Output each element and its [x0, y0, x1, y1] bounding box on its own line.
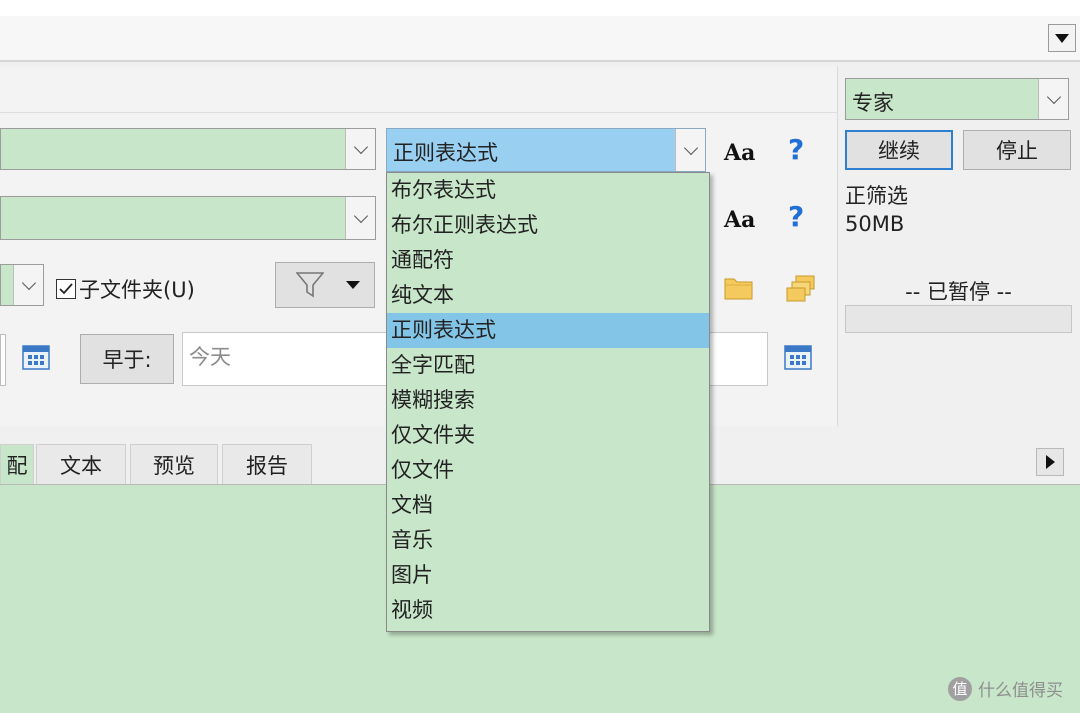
- dropdown-item[interactable]: 通配符: [387, 243, 709, 278]
- tab-label: 文本: [60, 453, 102, 478]
- checkmark-icon: [59, 283, 73, 295]
- folder-icon[interactable]: [724, 274, 754, 300]
- dropdown-item[interactable]: 布尔表达式: [387, 173, 709, 208]
- dropdown-item[interactable]: 全字匹配: [387, 348, 709, 383]
- tab-preview[interactable]: 预览: [130, 444, 218, 484]
- dropdown-item[interactable]: 纯文本: [387, 278, 709, 313]
- triangle-down-icon: [346, 281, 360, 289]
- tabs-scroll-right-button[interactable]: [1036, 448, 1064, 476]
- location-combo[interactable]: [0, 264, 44, 306]
- dropdown-item[interactable]: 视频: [387, 593, 709, 628]
- triangle-right-icon: [1045, 455, 1055, 469]
- search-text-combo[interactable]: [0, 128, 376, 170]
- dropdown-item-selected[interactable]: 正则表达式: [387, 313, 709, 348]
- path-bar[interactable]: [0, 16, 1080, 62]
- path-dropdown-button[interactable]: [1048, 24, 1076, 52]
- filter-icon: [296, 272, 324, 298]
- search-text-combo-button[interactable]: [345, 129, 375, 169]
- chevron-down-icon: [1046, 89, 1061, 104]
- continue-label: 继续: [878, 139, 920, 163]
- tab-label: 配: [6, 453, 28, 478]
- search-type-combo-button[interactable]: [675, 129, 705, 171]
- content-text-combo[interactable]: [0, 196, 376, 240]
- location-combo-button[interactable]: [13, 265, 43, 305]
- panel-divider: [0, 112, 838, 113]
- tab-text[interactable]: 文本: [36, 444, 126, 484]
- progress-bar: [845, 305, 1072, 333]
- help-icon[interactable]: ?: [788, 133, 804, 166]
- dropdown-item[interactable]: 布尔正则表达式: [387, 208, 709, 243]
- continue-button[interactable]: 继续: [845, 130, 953, 170]
- dropdown-item[interactable]: 仅文件夹: [387, 418, 709, 453]
- match-case-icon[interactable]: Aa: [724, 140, 755, 166]
- calendar-icon[interactable]: [22, 342, 50, 370]
- dropdown-item[interactable]: 音乐: [387, 523, 709, 558]
- tab-label: 报告: [246, 453, 288, 478]
- mode-combo-button[interactable]: [1038, 79, 1068, 119]
- filter-status-text: 正筛选: [845, 184, 908, 208]
- filter-button[interactable]: [275, 262, 375, 308]
- chevron-down-icon: [683, 140, 698, 155]
- subfolders-checkbox[interactable]: [56, 279, 76, 299]
- content-text-combo-button[interactable]: [345, 197, 375, 239]
- chevron-down-icon: [353, 139, 368, 154]
- watermark: 值 什么值得买: [948, 676, 1063, 701]
- chevron-down-icon: [21, 275, 36, 290]
- help-icon[interactable]: ?: [788, 200, 804, 233]
- calendar-icon[interactable]: [784, 342, 812, 370]
- watermark-logo-icon: 值: [948, 676, 972, 701]
- dropdown-item[interactable]: 仅文件: [387, 453, 709, 488]
- before-date-value: 今天: [189, 345, 231, 369]
- stop-button[interactable]: 停止: [963, 130, 1071, 170]
- watermark-text: 什么值得买: [978, 681, 1063, 701]
- chevron-down-icon: [353, 208, 368, 223]
- tab-report[interactable]: 报告: [222, 444, 312, 484]
- match-case-icon[interactable]: Aa: [724, 207, 755, 233]
- top-strip: [0, 0, 1080, 16]
- dropdown-item[interactable]: 模糊搜索: [387, 383, 709, 418]
- dropdown-item[interactable]: 文档: [387, 488, 709, 523]
- tab-label: 预览: [153, 453, 195, 478]
- before-date-label: 早于:: [102, 348, 152, 372]
- after-date-field[interactable]: [0, 334, 6, 386]
- mode-value: 专家: [852, 91, 894, 115]
- subfolders-label: 子文件夹(U): [79, 278, 195, 302]
- mode-combo[interactable]: 专家: [845, 78, 1069, 120]
- search-status-text: -- 已暂停 --: [905, 280, 1012, 304]
- stop-label: 停止: [996, 139, 1038, 163]
- search-type-combo[interactable]: 正则表达式: [386, 128, 706, 172]
- subfolders-option[interactable]: 子文件夹(U): [56, 274, 195, 304]
- search-type-dropdown[interactable]: 布尔表达式 布尔正则表达式 通配符 纯文本 正则表达式 全字匹配 模糊搜索 仅文…: [386, 172, 710, 632]
- triangle-down-icon: [1055, 33, 1069, 43]
- folders-icon[interactable]: [786, 274, 816, 302]
- tab-match[interactable]: 配: [0, 444, 34, 484]
- before-date-button[interactable]: 早于:: [80, 334, 174, 384]
- size-text: 50MB: [845, 212, 905, 236]
- dropdown-item[interactable]: 图片: [387, 558, 709, 593]
- search-type-value: 正则表达式: [393, 141, 498, 165]
